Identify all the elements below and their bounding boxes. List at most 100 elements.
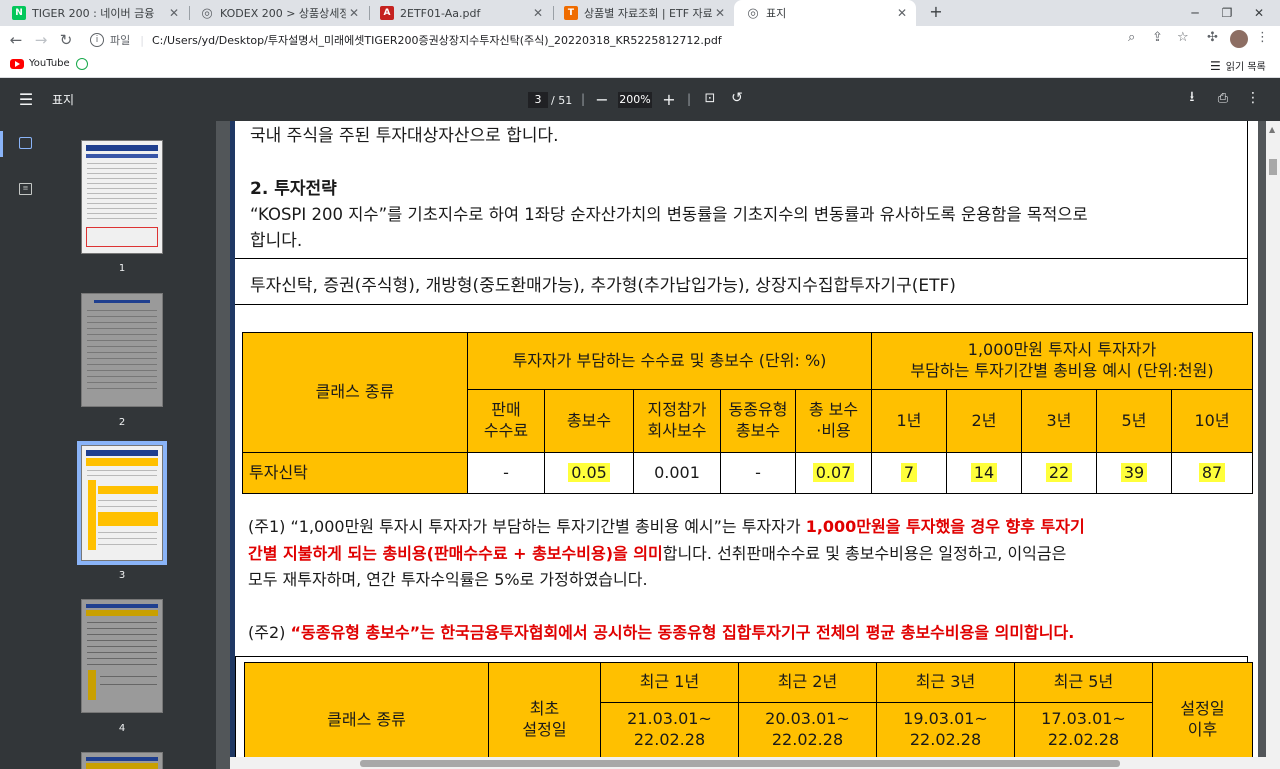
download-icon[interactable]: ⭳ <box>1184 89 1200 106</box>
menu-icon[interactable]: ⋮ <box>1256 30 1269 45</box>
page-number-input[interactable]: 3 <box>528 92 548 108</box>
tab-title: TIGER 200 : 네이버 금융 <box>32 7 155 20</box>
restore-icon[interactable]: ❐ <box>1212 0 1242 26</box>
sidebar-tabs: ≡ <box>0 121 52 769</box>
outline-icon[interactable]: ≡ <box>19 183 32 195</box>
pdf-icon: A <box>380 6 394 20</box>
first-date-header: 최초 설정일 <box>488 662 601 769</box>
more-options-icon[interactable]: ⋮ <box>1246 90 1260 106</box>
tab-title: KODEX 200 > 상품상세정보 > 상품 <box>220 7 346 20</box>
period-header: 최근 2년 <box>738 662 877 703</box>
range-line: 17.03.01~ <box>1041 709 1126 728</box>
page-thumbnail-1[interactable] <box>81 140 163 254</box>
header-line: 총보수 <box>735 421 781 440</box>
header-line: 동종유형 <box>728 400 788 420</box>
header-line: 설정일 <box>522 720 567 739</box>
thumb-table <box>86 763 158 769</box>
thumbnail-number: 1 <box>118 263 126 274</box>
close-icon[interactable]: ✕ <box>894 6 910 20</box>
page-thumbnail-3-selected[interactable] <box>77 441 167 565</box>
thumbnail-number: 2 <box>118 417 126 428</box>
table-cell: 87 <box>1170 452 1254 494</box>
scroll-thumb[interactable] <box>1269 159 1277 175</box>
back-icon[interactable]: ← <box>6 30 26 50</box>
whale-icon <box>76 58 88 70</box>
url-text[interactable]: C:/Users/yd/Desktop/투자설명서_미래에셋TIGER200증권… <box>152 32 722 48</box>
highlighted-value: 87 <box>1198 462 1226 482</box>
browser-tab-1[interactable]: N TIGER 200 : 네이버 금융 ✕ <box>0 0 188 26</box>
print-icon[interactable]: ⎙ <box>1214 90 1232 106</box>
ap-fee-header: 지정참가 회사보수 <box>633 389 721 453</box>
table-cell: 14 <box>946 452 1022 494</box>
pdf-viewer: 국내 주식을 주된 투자대상자산으로 합니다. 2. 투자전략 “KOSPI 2… <box>216 121 1266 769</box>
page-scrollbar[interactable]: ▲ <box>1266 121 1280 769</box>
thumbnails-icon[interactable] <box>19 137 32 149</box>
total-fee-header: 총보수 <box>544 389 634 453</box>
close-icon[interactable]: ✕ <box>166 6 182 20</box>
zoom-icon[interactable]: ⌕ <box>1128 30 1135 45</box>
range-line: 21.03.01~ <box>627 709 712 728</box>
browser-tab-3[interactable]: A 2ETF01-Aa.pdf ✕ <box>368 0 552 26</box>
share-icon[interactable]: ⇪ <box>1152 30 1163 45</box>
info-icon[interactable]: i <box>90 33 104 47</box>
zoom-in-icon[interactable]: + <box>661 88 677 110</box>
tab-title: 표지 <box>766 7 787 20</box>
browser-toolbar: ← → ↻ i 파일 | C:/Users/yd/Desktop/투자설명서_미… <box>0 26 1280 54</box>
thumb-table <box>86 610 158 616</box>
fit-page-icon[interactable]: ⊡ <box>702 90 718 106</box>
globe-icon: ◎ <box>747 5 759 21</box>
header-line: 판매 <box>491 400 521 420</box>
close-icon[interactable]: ✕ <box>530 6 546 20</box>
reload-icon[interactable]: ↻ <box>56 30 76 50</box>
horizontal-scrollbar[interactable] <box>230 757 1266 769</box>
fee-table: 클래스 종류 투자자가 부담하는 수수료 및 총보수 (단위: %) 1,000… <box>242 332 1254 494</box>
year-header: 3년 <box>1021 389 1097 453</box>
header-line: ·비용 <box>816 421 851 440</box>
url-scheme-label: 파일 <box>110 34 131 47</box>
browser-tab-5-active[interactable]: ◎ 표지 ✕ <box>734 0 916 26</box>
bookmark-star-icon[interactable]: ☆ <box>1177 30 1189 45</box>
profile-avatar[interactable] <box>1230 30 1248 48</box>
period-header: 최근 5년 <box>1014 662 1153 703</box>
bookmark-label: YouTube <box>29 58 70 69</box>
new-tab-button[interactable]: + <box>926 2 946 24</box>
note-1: (주1) “1,000만원 투자시 투자자가 부담하는 투자기간별 총비용 예시… <box>248 513 1085 537</box>
zoom-out-icon[interactable]: − <box>594 88 610 110</box>
address-bar[interactable]: i 파일 | C:/Users/yd/Desktop/투자설명서_미래에셋TIG… <box>80 28 1200 52</box>
table-cell: - <box>720 452 796 494</box>
pdf-toolbar: ☰ 표지 3 / 51 | − 200% + | ⊡ ↺ ⭳ ⎙ ⋮ <box>0 78 1280 121</box>
close-window-icon[interactable]: ✕ <box>1244 0 1274 26</box>
scroll-up-icon[interactable]: ▲ <box>1269 125 1275 134</box>
scroll-thumb[interactable] <box>360 760 1120 767</box>
page-thumbnail-4[interactable] <box>81 599 163 713</box>
minimize-icon[interactable]: ─ <box>1180 0 1210 26</box>
page-thumbnail-5[interactable] <box>81 752 163 769</box>
bookmark-whale[interactable] <box>76 58 88 70</box>
cost-header-line: 부담하는 투자기간별 총비용 예시 (단위:천원) <box>910 361 1214 380</box>
range-line: 22.02.28 <box>909 729 982 749</box>
thumb-header <box>86 604 158 608</box>
rotate-icon[interactable]: ↺ <box>729 90 745 106</box>
browser-tab-4[interactable]: T 상품별 자료조회 | ETF 자료실 | E ✕ <box>552 0 734 26</box>
year-header: 5년 <box>1096 389 1172 453</box>
hamburger-menu-icon[interactable]: ☰ <box>16 90 36 109</box>
highlighted-value: 39 <box>1120 462 1148 482</box>
year-header: 10년 <box>1170 389 1254 453</box>
header-line: 지정참가 <box>647 400 707 420</box>
extensions-icon[interactable]: ✣ <box>1207 30 1218 45</box>
forward-icon[interactable]: → <box>31 30 51 50</box>
tab-strip: N TIGER 200 : 네이버 금융 ✕ ◎ KODEX 200 > 상품상… <box>0 0 1280 26</box>
zoom-input[interactable]: 200% <box>618 92 652 108</box>
divider <box>235 258 1248 259</box>
divider <box>235 656 1248 657</box>
close-icon[interactable]: ✕ <box>712 6 728 20</box>
divider <box>235 304 1248 305</box>
browser-tab-2[interactable]: ◎ KODEX 200 > 상품상세정보 > 상품 ✕ <box>188 0 368 26</box>
reading-list-button[interactable]: ☰ 읽기 목록 <box>1210 58 1266 74</box>
bookmark-youtube[interactable]: YouTube <box>10 58 70 69</box>
close-icon[interactable]: ✕ <box>346 6 362 20</box>
body-text: 국내 주식을 주된 투자대상자산으로 합니다. <box>250 126 559 146</box>
reading-list-icon: ☰ <box>1210 58 1221 73</box>
year-header: 1년 <box>871 389 947 453</box>
page-thumbnail-2[interactable] <box>81 293 163 407</box>
